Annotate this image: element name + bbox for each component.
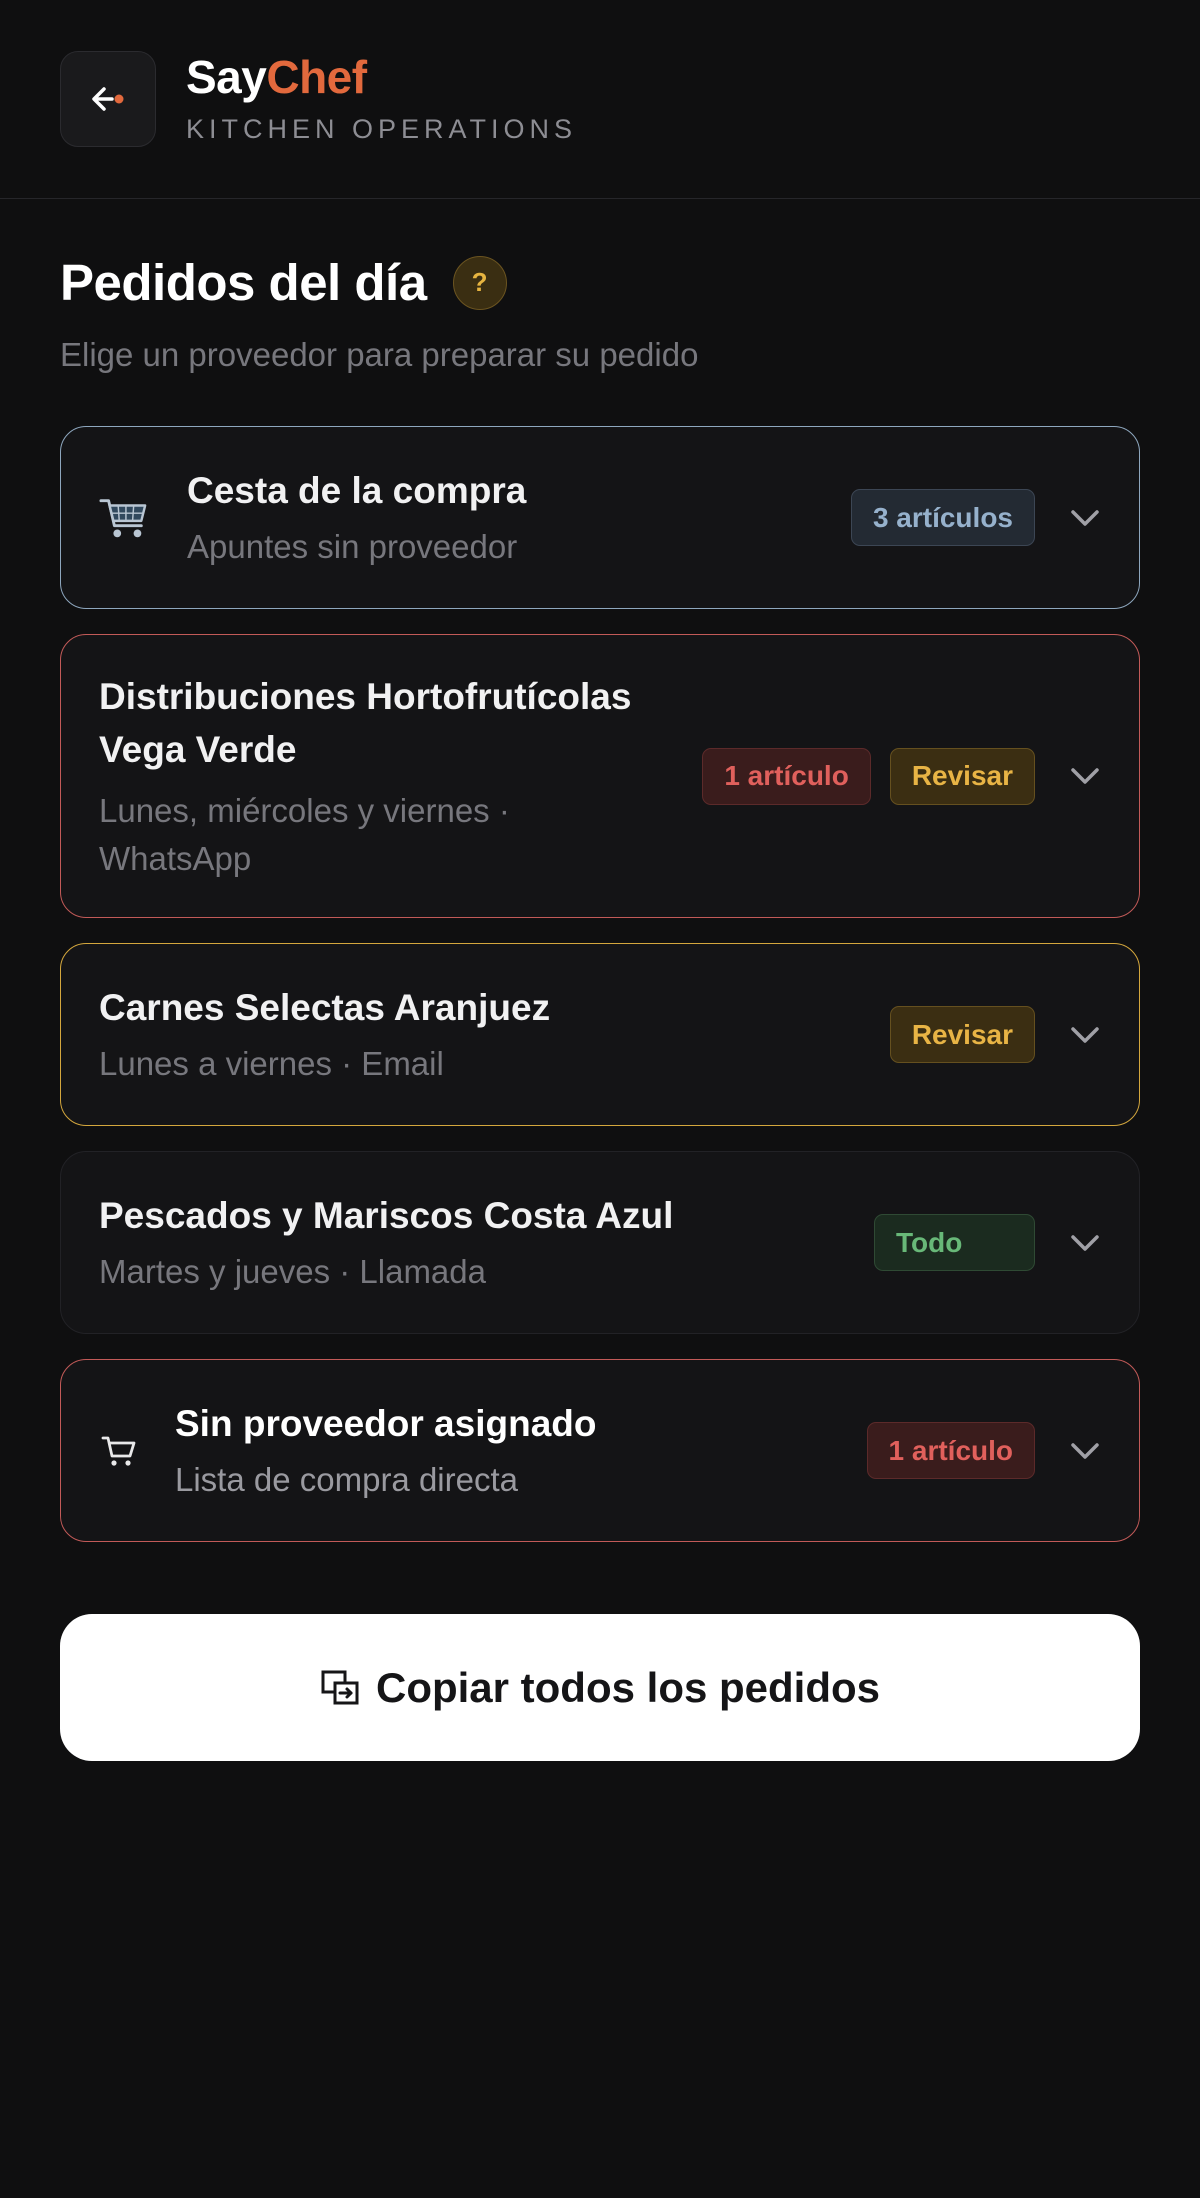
card-text: Carnes Selectas Aranjuez Lunes a viernes… [99,981,890,1088]
brand-subtitle: KITCHEN OPERATIONS [186,113,578,144]
supplier-card-vega-verde[interactable]: Distribuciones Hortofrutícolas Vega Verd… [60,634,1140,918]
copy-all-label: Copiar todos los pedidos [375,1663,881,1711]
supplier-card-carnes-aranjuez[interactable]: Carnes Selectas Aranjuez Lunes a viernes… [60,943,1140,1126]
card-text: Pescados y Mariscos Costa Azul Martes y … [99,1189,874,1296]
card-title: Cesta de la compra [187,469,527,511]
card-title: Carnes Selectas Aranjuez [99,986,551,1028]
card-title: Distribuciones Hortofrutícolas Vega Verd… [99,675,632,771]
card-subtitle: Lunes, miércoles y viernes · WhatsApp [99,791,510,877]
chevron-down-icon[interactable] [1069,1435,1101,1467]
chevron-down-icon[interactable] [1069,760,1101,792]
app-header: SayChef KITCHEN OPERATIONS [0,0,1200,199]
back-button[interactable] [60,51,156,147]
card-subtitle: Lunes a viernes · Email [99,1045,444,1083]
status-badge: Todo [874,1214,1035,1271]
brand: SayChef KITCHEN OPERATIONS [186,54,577,145]
supplier-card-costa-azul[interactable]: Pescados y Mariscos Costa Azul Martes y … [60,1151,1140,1334]
shopping-cart-emoji-icon [99,494,149,542]
chevron-down-icon[interactable] [1069,1227,1101,1259]
card-title: Sin proveedor asignado [175,1402,597,1444]
back-arrow-icon [92,87,124,111]
card-subtitle: Lista de compra directa [175,1461,519,1499]
chevron-down-icon[interactable] [1069,1019,1101,1051]
cart-outline-icon [99,1434,139,1468]
card-text: Cesta de la compra Apuntes sin proveedor [187,464,851,571]
copy-icon [321,1670,359,1704]
card-badges: 1 artículo Revisar [702,747,1035,805]
card-subtitle: Martes y jueves · Llamada [99,1253,486,1291]
item-count-badge: 3 artículos [850,489,1035,546]
card-text: Sin proveedor asignado Lista de compra d… [175,1397,867,1504]
brand-chef: Chef [266,50,367,103]
page-title: Pedidos del día [60,254,427,311]
card-badges: Revisar [889,1006,1035,1063]
supplier-card-basket[interactable]: Cesta de la compra Apuntes sin proveedor… [60,426,1140,609]
copy-all-orders-button[interactable]: Copiar todos los pedidos [60,1614,1140,1761]
card-text: Distribuciones Hortofrutícolas Vega Verd… [99,670,659,883]
review-badge: Revisar [889,1006,1035,1063]
brand-name: SayChef [186,54,577,100]
title-row: Pedidos del día ? [60,253,1140,312]
card-title: Pescados y Mariscos Costa Azul [99,1194,674,1236]
review-badge: Revisar [889,747,1035,805]
item-count-badge: 1 artículo [702,747,871,805]
page-subtitle: Elige un proveedor para preparar su pedi… [60,336,699,373]
card-badges: Todo [874,1214,1035,1271]
item-count-badge: 1 artículo [866,1422,1035,1479]
card-badges: 1 artículo [866,1422,1035,1479]
supplier-list: Cesta de la compra Apuntes sin proveedor… [60,426,1140,1542]
chevron-down-icon[interactable] [1069,502,1101,534]
card-subtitle: Apuntes sin proveedor [187,528,518,566]
card-badges: 3 artículos [850,489,1035,546]
supplier-card-unassigned[interactable]: Sin proveedor asignado Lista de compra d… [60,1359,1140,1542]
brand-say: Say [186,50,267,103]
help-button[interactable]: ? [452,255,507,310]
